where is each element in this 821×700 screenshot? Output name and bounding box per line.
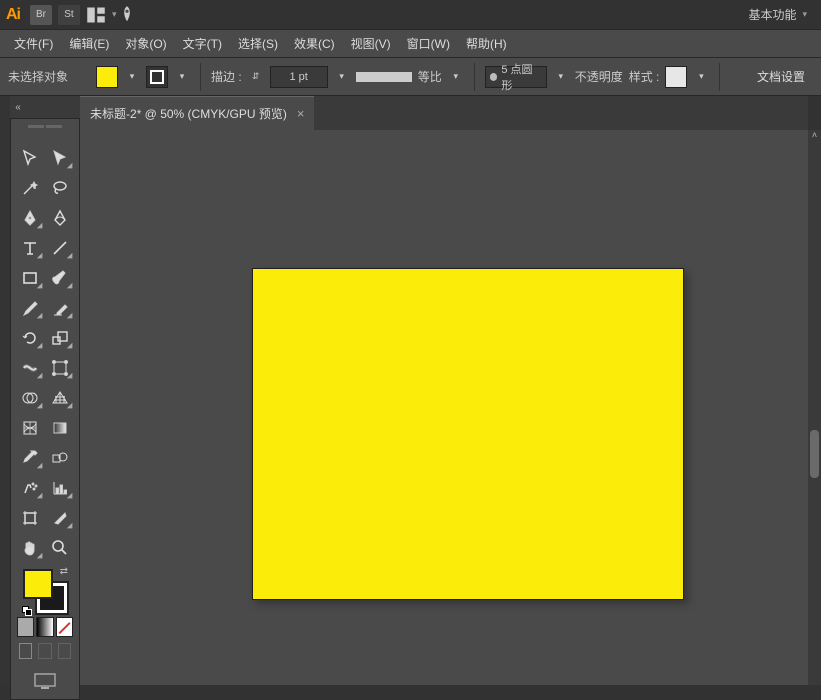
fill-stroke-indicator[interactable]: ⇄ [23,569,67,613]
left-gutter [0,96,10,685]
illustrator-logo: Ai [6,6,20,24]
close-tab-icon[interactable]: × [297,106,305,121]
draw-normal-icon[interactable] [19,643,32,659]
chevron-down-icon: ▾ [802,9,807,20]
screen-mode-icon[interactable] [34,673,56,689]
direct-selection-tool[interactable] [45,143,75,173]
document-tab[interactable]: 未标题-2* @ 50% (CMYK/GPU 预览) × [80,96,314,130]
app-title-bar: Ai Br St ▾ 基本功能 ▾ [0,0,821,30]
draw-mode-row [15,643,75,665]
brush-dot-icon [490,73,498,81]
default-fill-stroke-icon[interactable] [22,606,32,616]
selection-tool[interactable] [15,143,45,173]
tools-panel: ⇄ [10,118,80,700]
document-tab-bar: 未标题-2* @ 50% (CMYK/GPU 预览) × [80,96,808,130]
workspace-switcher[interactable]: 基本功能 ▾ [740,3,815,26]
uniform-label: 等比 [418,68,442,85]
stroke-weight-dropdown[interactable]: ▾ [334,66,350,88]
brush-definition[interactable]: 5 点圆形 [485,66,547,88]
fill-color-box[interactable] [23,569,53,599]
stroke-label: 描边 : [211,68,242,85]
shape-builder-tool[interactable] [15,383,45,413]
bridge-button[interactable]: Br [30,5,52,25]
opacity-label[interactable]: 不透明度 [575,68,623,85]
stroke-weight-stepper[interactable]: ⇵ [248,66,264,88]
color-mode-row [15,617,75,637]
menu-file[interactable]: 文件(F) [6,31,61,56]
gradient-tool[interactable] [45,413,75,443]
slice-tool[interactable] [45,503,75,533]
stroke-profile-dropdown[interactable]: ▾ [448,66,464,88]
mesh-tool[interactable] [15,413,45,443]
color-mode-gradient[interactable] [36,617,53,637]
control-bar: 未选择对象 ▾ ▾ 描边 : ⇵ 1 pt ▾ 等比 ▾ 5 点圆形 ▾ 不透明… [0,58,821,96]
fill-dropdown[interactable]: ▾ [124,66,140,88]
column-graph-tool[interactable] [45,473,75,503]
stroke-weight-value[interactable]: 1 pt [270,66,328,88]
type-tool[interactable] [15,233,45,263]
stroke-swatch[interactable] [146,66,168,88]
stock-button[interactable]: St [58,5,80,25]
document-tab-title: 未标题-2* @ 50% (CMYK/GPU 预览) [90,105,287,122]
tools-panel-tab[interactable]: « [10,96,80,118]
eraser-tool[interactable] [45,293,75,323]
brush-dropdown[interactable]: ▾ [553,66,569,88]
pen-tool[interactable] [15,203,45,233]
separator [200,63,201,91]
stroke-dropdown[interactable]: ▾ [174,66,190,88]
scrollbar-thumb[interactable] [810,430,819,478]
menu-help[interactable]: 帮助(H) [458,31,515,56]
hand-tool[interactable] [15,533,45,563]
scroll-up-arrow[interactable]: ˄ [808,130,821,144]
vertical-scrollbar[interactable]: ˄ [808,130,821,685]
menu-type[interactable]: 文字(T) [175,31,230,56]
menu-bar: 文件(F) 编辑(E) 对象(O) 文字(T) 选择(S) 效果(C) 视图(V… [0,30,821,58]
fill-swatch[interactable] [96,66,118,88]
workspace-label: 基本功能 [748,6,796,23]
blend-tool[interactable] [45,443,75,473]
selection-status: 未选择对象 [8,68,68,85]
shaper-tool[interactable] [15,293,45,323]
rectangle-tool[interactable] [15,263,45,293]
line-segment-tool[interactable] [45,233,75,263]
panel-grip[interactable] [15,125,75,139]
gpu-rocket-icon[interactable] [117,5,137,25]
separator [474,63,475,91]
draw-behind-icon[interactable] [38,643,51,659]
draw-inside-icon[interactable] [58,643,71,659]
graphic-style-dropdown[interactable]: ▾ [693,66,709,88]
scale-tool[interactable] [45,323,75,353]
paintbrush-tool[interactable] [45,263,75,293]
artboard-tool[interactable] [15,503,45,533]
magic-wand-tool[interactable] [15,173,45,203]
eyedropper-tool[interactable] [15,443,45,473]
rotate-tool[interactable] [15,323,45,353]
free-transform-tool[interactable] [45,353,75,383]
menu-effect[interactable]: 效果(C) [286,31,343,56]
menu-view[interactable]: 视图(V) [343,31,399,56]
brush-name: 5 点圆形 [501,61,541,93]
perspective-grid-tool[interactable] [45,383,75,413]
menu-window[interactable]: 窗口(W) [399,31,458,56]
arrange-documents-icon[interactable] [86,5,106,25]
menu-object[interactable]: 对象(O) [117,31,174,56]
separator [719,63,720,91]
width-tool[interactable] [15,353,45,383]
collapse-chevrons-icon: « [10,102,26,113]
document-setup-button[interactable]: 文档设置 [749,64,813,89]
graphic-style-swatch[interactable] [665,66,687,88]
canvas-area[interactable] [80,130,808,685]
color-mode-solid[interactable] [17,617,34,637]
style-label: 样式 : [629,68,660,85]
menu-edit[interactable]: 编辑(E) [61,31,117,56]
zoom-tool[interactable] [45,533,75,563]
lasso-tool[interactable] [45,173,75,203]
color-mode-none[interactable] [56,617,73,637]
menu-select[interactable]: 选择(S) [230,31,286,56]
stroke-profile-preview[interactable] [356,72,412,82]
curvature-tool[interactable] [45,203,75,233]
artboard[interactable] [252,268,684,600]
swap-fill-stroke-icon[interactable]: ⇄ [60,566,68,577]
symbol-sprayer-tool[interactable] [15,473,45,503]
